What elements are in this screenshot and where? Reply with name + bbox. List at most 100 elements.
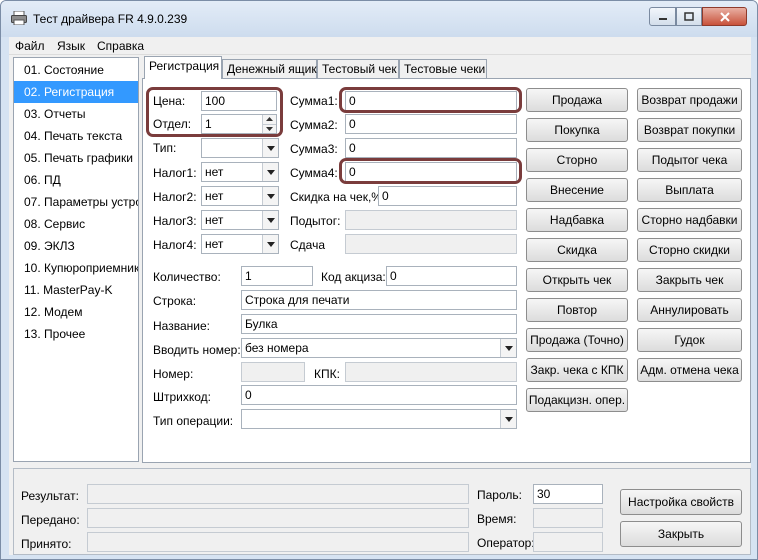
excise-label: Код акциза: xyxy=(321,270,386,284)
password-input[interactable]: 30 xyxy=(533,484,603,504)
storno-button[interactable]: Сторно xyxy=(526,148,628,172)
excise-operation-button[interactable]: Подакцизн. опер. xyxy=(526,388,628,412)
tax4-value: нет xyxy=(205,237,224,251)
excise-input[interactable]: 0 xyxy=(386,266,517,286)
quantity-label: Количество: xyxy=(153,270,221,284)
sale-exact-button[interactable]: Продажа (Точно) xyxy=(526,328,628,352)
chevron-down-icon[interactable] xyxy=(262,211,278,229)
op-type-label: Тип операции: xyxy=(153,414,234,428)
storno-surcharge-button[interactable]: Сторно надбавки xyxy=(637,208,742,232)
enter-number-value: без номера xyxy=(245,341,309,355)
close-receipt-kpk-button[interactable]: Закр. чека с КПК xyxy=(526,358,628,382)
string-input[interactable]: Строка для печати xyxy=(241,290,517,310)
cash-in-button[interactable]: Внесение xyxy=(526,178,628,202)
payout-button[interactable]: Выплата xyxy=(637,178,742,202)
sum3-label: Сумма3: xyxy=(290,142,338,156)
tax2-value: нет xyxy=(205,189,224,203)
tax1-label: Налог1: xyxy=(153,166,197,180)
barcode-label: Штрихкод: xyxy=(153,390,212,404)
name-input[interactable]: Булка xyxy=(241,314,517,334)
sidebar-item-service[interactable]: 08. Сервис xyxy=(14,213,138,235)
chevron-down-icon[interactable] xyxy=(262,139,278,157)
tax2-select[interactable]: нет xyxy=(201,186,279,206)
subtotal-field xyxy=(345,210,517,230)
chevron-down-icon[interactable] xyxy=(262,235,278,253)
quantity-input[interactable]: 1 xyxy=(241,266,313,286)
number-label: Номер: xyxy=(153,367,194,381)
operator-label: Оператор: xyxy=(477,536,535,550)
tab-test-receipts[interactable]: Тестовые чеки xyxy=(399,59,487,78)
sum2-input[interactable]: 0 xyxy=(345,114,517,134)
sidebar-item-pd[interactable]: 06. ПД xyxy=(14,169,138,191)
sidebar-item-reports[interactable]: 03. Отчеты xyxy=(14,103,138,125)
tax3-select[interactable]: нет xyxy=(201,210,279,230)
tab-test-receipt[interactable]: Тестовый чек xyxy=(317,59,399,78)
open-receipt-button[interactable]: Открыть чек xyxy=(526,268,628,292)
close-receipt-button[interactable]: Закрыть чек xyxy=(637,268,742,292)
chevron-down-icon[interactable] xyxy=(262,187,278,205)
sidebar-item-bill-acceptor[interactable]: 10. Купюроприемник xyxy=(14,257,138,279)
sidebar-item-eklz[interactable]: 09. ЭКЛЗ xyxy=(14,235,138,257)
change-label: Сдача xyxy=(290,238,326,252)
maximize-button[interactable] xyxy=(676,7,702,26)
time-label: Время: xyxy=(477,512,517,526)
settings-button[interactable]: Настройка свойств xyxy=(620,489,742,515)
chevron-down-icon[interactable] xyxy=(500,339,516,357)
annul-button[interactable]: Аннулировать xyxy=(637,298,742,322)
beep-button[interactable]: Гудок xyxy=(637,328,742,352)
sum3-input[interactable]: 0 xyxy=(345,138,517,158)
close-window-button[interactable] xyxy=(702,7,747,26)
minimize-button[interactable] xyxy=(649,7,676,26)
received-field xyxy=(87,532,469,552)
tax1-select[interactable]: нет xyxy=(201,162,279,182)
receipt-subtotal-button[interactable]: Подытог чека xyxy=(637,148,742,172)
change-field xyxy=(345,234,517,254)
tab-registration[interactable]: Регистрация xyxy=(144,56,222,79)
admin-cancel-receipt-button[interactable]: Адм. отмена чека xyxy=(637,358,742,382)
menu-bar: Файл Язык Справка xyxy=(9,37,751,55)
barcode-input[interactable]: 0 xyxy=(241,385,517,405)
title-bar: Тест драйвера FR 4.9.0.239 xyxy=(1,1,757,37)
repeat-button[interactable]: Повтор xyxy=(526,298,628,322)
result-label: Результат: xyxy=(21,489,79,503)
menu-help[interactable]: Справка xyxy=(97,39,144,53)
sale-button[interactable]: Продажа xyxy=(526,88,628,112)
sidebar-item-modem[interactable]: 12. Модем xyxy=(14,301,138,323)
type-select[interactable] xyxy=(201,138,279,158)
discount-input[interactable]: 0 xyxy=(378,186,517,206)
sidebar-item-print-graphics[interactable]: 05. Печать графики xyxy=(14,147,138,169)
discount-button[interactable]: Скидка xyxy=(526,238,628,262)
enter-number-label: Вводить номер: xyxy=(153,343,241,357)
chevron-down-icon[interactable] xyxy=(262,163,278,181)
tab-cash-drawer[interactable]: Денежный ящик xyxy=(222,59,317,78)
tax4-label: Налог4: xyxy=(153,238,197,252)
tax2-label: Налог2: xyxy=(153,190,197,204)
sale-return-button[interactable]: Возврат продажи xyxy=(637,88,742,112)
purchase-button[interactable]: Покупка xyxy=(526,118,628,142)
sidebar-list[interactable]: 01. Состояние 02. Регистрация 03. Отчеты… xyxy=(13,57,139,462)
menu-file[interactable]: Файл xyxy=(15,39,45,53)
op-type-select[interactable] xyxy=(241,409,517,429)
sidebar-item-masterpay[interactable]: 11. MasterPay-K xyxy=(14,279,138,301)
subtotal-label: Подытог: xyxy=(290,214,341,228)
purchase-return-button[interactable]: Возврат покупки xyxy=(637,118,742,142)
storno-discount-button[interactable]: Сторно скидки xyxy=(637,238,742,262)
printer-icon xyxy=(11,11,27,25)
sidebar-item-print-text[interactable]: 04. Печать текста xyxy=(14,125,138,147)
sum2-label: Сумма2: xyxy=(290,118,338,132)
sidebar-item-status[interactable]: 01. Состояние xyxy=(14,59,138,81)
tax4-select[interactable]: нет xyxy=(201,234,279,254)
sum4-label: Сумма4: xyxy=(290,166,338,180)
menu-language[interactable]: Язык xyxy=(57,39,85,53)
surcharge-button[interactable]: Надбавка xyxy=(526,208,628,232)
enter-number-select[interactable]: без номера xyxy=(241,338,517,358)
annotation-highlight-sum1 xyxy=(339,87,522,113)
sidebar-item-other[interactable]: 13. Прочее xyxy=(14,323,138,345)
password-label: Пароль: xyxy=(477,488,522,502)
sidebar-item-device-params[interactable]: 07. Параметры устрой xyxy=(14,191,138,213)
chevron-down-icon[interactable] xyxy=(500,410,516,428)
kpk-field xyxy=(345,362,517,382)
close-button[interactable]: Закрыть xyxy=(620,521,742,547)
sidebar-item-registration[interactable]: 02. Регистрация xyxy=(14,81,138,103)
tax3-value: нет xyxy=(205,213,224,227)
